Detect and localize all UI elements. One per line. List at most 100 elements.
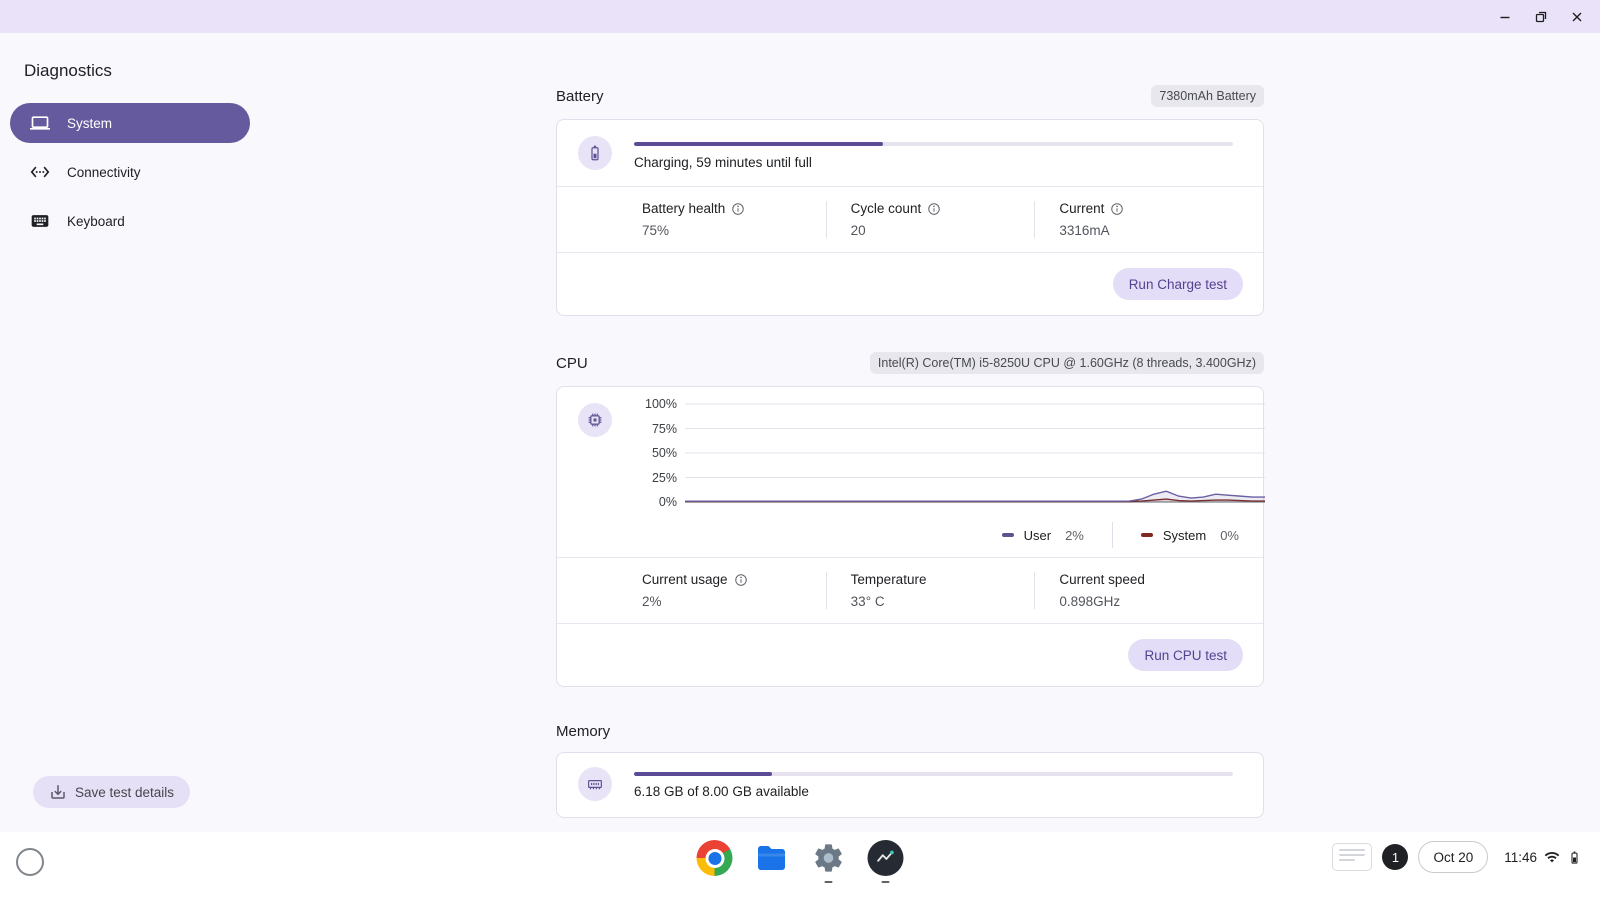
memory-card: 6.18 GB of 8.00 GB available xyxy=(556,752,1264,818)
cpu-card: 100%75%50%25%0% User 2% xyxy=(556,386,1264,687)
window-titlebar xyxy=(0,0,1600,33)
minimize-icon xyxy=(1498,10,1512,24)
battery-health-value: 75% xyxy=(642,223,826,238)
current-usage-stat: Current usage 2% xyxy=(642,572,826,609)
cpu-chart-legend: User 2% System 0% xyxy=(557,513,1263,557)
battery-status-icon xyxy=(1567,850,1582,865)
legend-system: System 0% xyxy=(1141,528,1239,543)
legend-user: User 2% xyxy=(1002,528,1084,543)
page-title: Diagnostics xyxy=(24,61,280,81)
divider xyxy=(826,572,827,609)
diagnostics-app-button[interactable] xyxy=(868,840,904,876)
sidebar-nav: System Connectivity Keyboard xyxy=(10,103,280,241)
battery-icon xyxy=(578,136,612,170)
current-value: 3316mA xyxy=(1059,223,1243,238)
cpu-section-title: CPU xyxy=(556,355,588,372)
date-pill[interactable]: Oct 20 xyxy=(1418,841,1488,873)
cycle-count-stat: Cycle count 20 xyxy=(851,201,1035,238)
close-button[interactable] xyxy=(1562,4,1592,30)
system-tray[interactable]: 11:46 xyxy=(1498,849,1588,865)
chrome-app-button[interactable] xyxy=(697,840,733,876)
sidebar-item-label: System xyxy=(67,116,112,131)
current-stat: Current 3316mA xyxy=(1059,201,1243,238)
files-app-button[interactable] xyxy=(754,840,790,876)
restore-icon xyxy=(1534,10,1548,24)
divider xyxy=(1112,522,1113,548)
notification-count: 1 xyxy=(1392,850,1399,865)
divider xyxy=(1034,572,1035,609)
memory-section-title: Memory xyxy=(556,723,610,740)
settings-gear-icon xyxy=(812,841,846,875)
info-icon[interactable] xyxy=(734,573,748,587)
memory-ram-icon xyxy=(578,767,612,801)
cpu-chart-ylabels: 100%75%50%25%0% xyxy=(641,403,685,503)
laptop-icon xyxy=(30,113,50,133)
save-test-details-button[interactable]: Save test details xyxy=(33,776,190,808)
running-indicator xyxy=(882,881,890,883)
connectivity-icon xyxy=(30,162,50,182)
memory-section: Memory xyxy=(556,723,1264,818)
temperature-stat: Temperature 33° C xyxy=(851,572,1035,609)
battery-progress-track xyxy=(634,142,1233,146)
current-label: Current xyxy=(1059,201,1104,216)
restore-button[interactable] xyxy=(1526,4,1556,30)
battery-section: Battery 7380mAh Battery xyxy=(556,85,1264,316)
cycle-count-label: Cycle count xyxy=(851,201,922,216)
memory-progress-fill xyxy=(634,772,772,776)
run-charge-test-button[interactable]: Run Charge test xyxy=(1113,268,1243,300)
files-icon xyxy=(754,840,790,876)
current-speed-value: 0.898GHz xyxy=(1059,594,1243,609)
download-icon xyxy=(49,783,67,801)
sidebar-item-label: Keyboard xyxy=(67,214,125,229)
notification-preview[interactable] xyxy=(1332,843,1372,871)
temperature-label: Temperature xyxy=(851,572,927,587)
temperature-value: 33° C xyxy=(851,594,1035,609)
sidebar-item-keyboard[interactable]: Keyboard xyxy=(10,201,250,241)
system-series-value: 0% xyxy=(1220,528,1239,543)
memory-status-text: 6.18 GB of 8.00 GB available xyxy=(634,784,1233,799)
main-content: Battery 7380mAh Battery xyxy=(280,33,1600,832)
sidebar-item-connectivity[interactable]: Connectivity xyxy=(10,152,250,192)
settings-app-button[interactable] xyxy=(811,840,847,876)
battery-health-stat: Battery health 75% xyxy=(642,201,826,238)
app-body: Diagnostics System Connectivity xyxy=(0,33,1600,832)
launcher-button[interactable] xyxy=(16,848,44,876)
system-series-swatch xyxy=(1141,533,1153,537)
shelf-apps xyxy=(697,840,904,876)
cpu-chip-icon xyxy=(578,403,612,437)
info-icon[interactable] xyxy=(731,202,745,216)
battery-stats-row: Battery health 75% Cycle cou xyxy=(557,186,1263,252)
running-indicator xyxy=(825,881,833,883)
save-test-details-label: Save test details xyxy=(75,785,174,800)
divider xyxy=(1034,201,1035,238)
sidebar: Diagnostics System Connectivity xyxy=(0,33,280,832)
chrome-icon xyxy=(697,840,733,876)
sidebar-item-system[interactable]: System xyxy=(10,103,250,143)
info-icon[interactable] xyxy=(927,202,941,216)
memory-progress-track xyxy=(634,772,1233,776)
current-usage-label: Current usage xyxy=(642,572,728,587)
clock-text: 11:46 xyxy=(1504,850,1537,865)
current-speed-stat: Current speed 0.898GHz xyxy=(1059,572,1243,609)
user-series-swatch xyxy=(1002,533,1014,537)
battery-card: Charging, 59 minutes until full Battery … xyxy=(556,119,1264,316)
battery-progress-fill xyxy=(634,142,883,146)
current-speed-label: Current speed xyxy=(1059,572,1145,587)
run-cpu-test-button[interactable]: Run CPU test xyxy=(1128,639,1243,671)
keyboard-icon xyxy=(30,211,50,231)
user-series-label: User xyxy=(1024,528,1051,543)
battery-badge: 7380mAh Battery xyxy=(1151,85,1264,107)
cpu-badge: Intel(R) Core(TM) i5-8250U CPU @ 1.60GHz… xyxy=(870,352,1264,374)
notification-count-badge[interactable]: 1 xyxy=(1382,844,1408,870)
shelf: 1 Oct 20 11:46 xyxy=(0,832,1600,900)
close-icon xyxy=(1570,10,1584,24)
cpu-usage-plot xyxy=(685,403,1265,503)
minimize-button[interactable] xyxy=(1490,4,1520,30)
info-icon[interactable] xyxy=(1110,202,1124,216)
date-text: Oct 20 xyxy=(1433,850,1473,865)
wifi-icon xyxy=(1544,849,1560,865)
cpu-stats-row: Current usage 2% Temperature xyxy=(557,557,1263,623)
diagnostics-icon xyxy=(868,840,904,876)
system-series-label: System xyxy=(1163,528,1206,543)
cycle-count-value: 20 xyxy=(851,223,1035,238)
